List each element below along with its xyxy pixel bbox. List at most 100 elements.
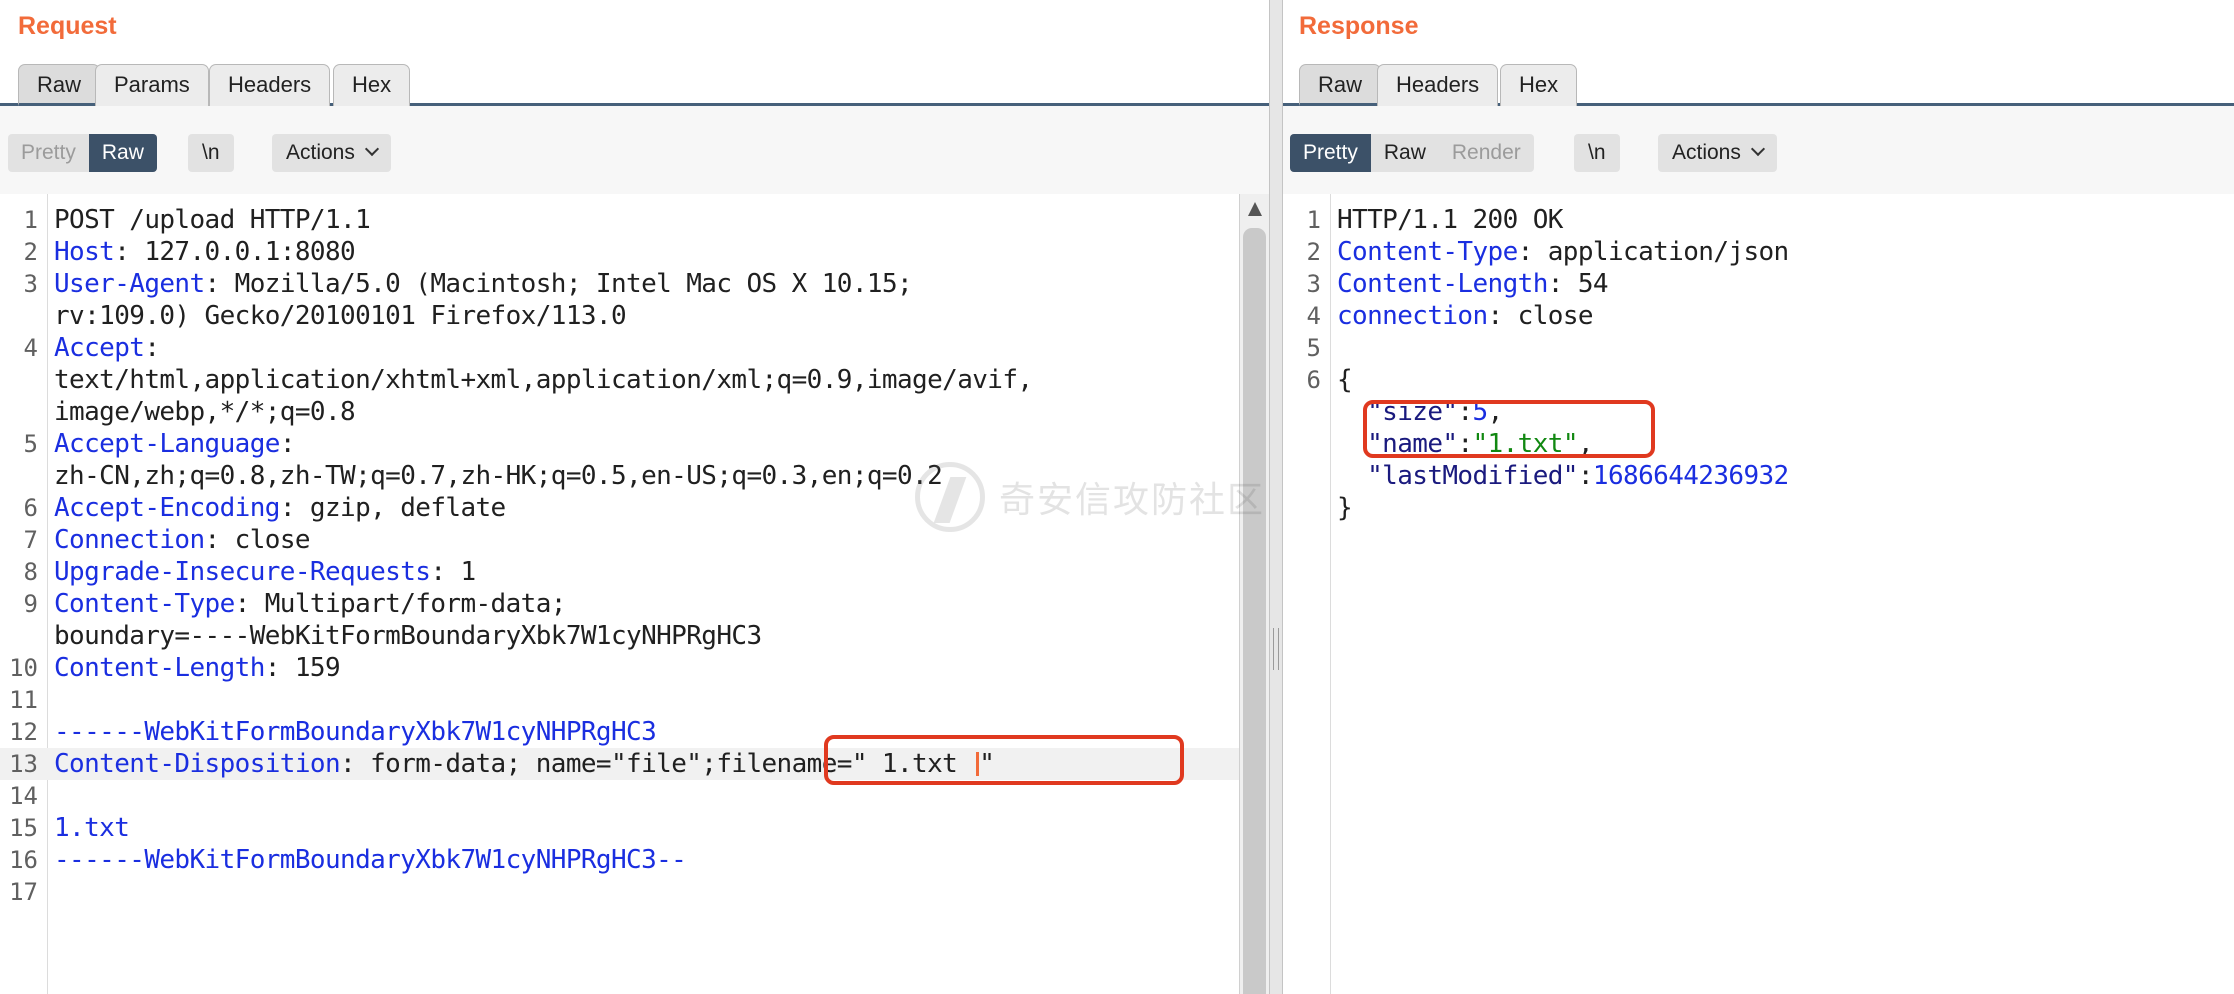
request-code-line[interactable]: 1 POST /upload HTTP/1.1 [0, 204, 1269, 236]
response-title: Response [1299, 12, 1419, 40]
response-code-line[interactable]: 1 HTTP/1.1 200 OK [1283, 204, 2234, 236]
chevron-down-icon [1750, 141, 1765, 157]
request-code-line[interactable]: 2 Host: 127.0.0.1:8080 [0, 236, 1269, 268]
request-code-line[interactable]: 9 Content-Type: Multipart/form-data; [0, 588, 1269, 620]
response-code-line[interactable]: 4 connection: close [1283, 300, 2234, 332]
request-code-line[interactable]: text/html,application/xhtml+xml,applicat… [0, 364, 1269, 396]
header-name: connection [1337, 301, 1488, 331]
request-code-line[interactable]: 12 ------WebKitFormBoundaryXbk7W1cyNHPRgH… [0, 716, 1269, 748]
header-value: : [144, 333, 160, 363]
header-value: : form-data; name="file";filename=" 1.tx… [340, 749, 973, 779]
line-number: 15 [9, 814, 38, 842]
header-name: Accept-Encoding [54, 493, 280, 523]
line-content: Content-Length: 54 [1337, 268, 1609, 300]
response-tab-raw[interactable]: Raw [1299, 64, 1382, 106]
response-newline-toggle[interactable]: \n [1574, 134, 1620, 172]
header-name: Connection [54, 525, 205, 555]
header-name: Content-Type [54, 589, 235, 619]
response-tab-headers[interactable]: Headers [1377, 64, 1499, 106]
request-tab-params[interactable]: Params [95, 64, 209, 106]
request-pretty-button[interactable]: Pretty [8, 134, 89, 172]
header-value: : 1 [430, 557, 476, 587]
response-code-line[interactable]: 2 Content-Type: application/json [1283, 236, 2234, 268]
request-code-line[interactable]: 6 Accept-Encoding: gzip, deflate [0, 492, 1269, 524]
response-code-line[interactable]: "lastModified":1686644236932 [1283, 460, 2234, 492]
json-value: "1.txt" [1472, 429, 1579, 459]
response-code-line[interactable]: 5 [1283, 332, 2234, 364]
line-text: text/html,application/xhtml+xml,applicat… [54, 365, 1033, 395]
line-content: Accept-Language: [54, 428, 295, 460]
request-editor[interactable]: 1 POST /upload HTTP/1.1 2 Host: 127.0.0.1:8… [0, 194, 1269, 994]
header-value: : gzip, deflate [279, 493, 506, 523]
request-raw-button[interactable]: Raw [88, 134, 157, 172]
response-code-line[interactable]: } [1283, 492, 2234, 524]
response-raw-button[interactable]: Raw [1371, 134, 1439, 172]
header-value: : 127.0.0.1:8080 [114, 237, 356, 267]
splitter-grip-icon[interactable] [1273, 628, 1279, 670]
line-number: 2 [23, 238, 38, 266]
line-content: } [1337, 492, 1353, 524]
request-code-line[interactable]: 13 Content-Disposition: form-data; name="… [0, 748, 1269, 780]
line-text: POST /upload HTTP/1.1 [54, 205, 371, 235]
response-render-button[interactable]: Render [1439, 134, 1534, 172]
request-tab-raw[interactable]: Raw [18, 64, 101, 106]
request-actions-dropdown[interactable]: Actions [272, 134, 391, 172]
request-code-line[interactable]: 4 Accept: [0, 332, 1269, 364]
header-name: Content-Disposition [54, 749, 341, 779]
pane-splitter[interactable] [1269, 0, 1283, 994]
request-scrollbar[interactable] [1239, 194, 1269, 994]
response-toolbar: Pretty Raw Render \n Actions [1283, 106, 2234, 194]
response-actions-dropdown[interactable]: Actions [1658, 134, 1777, 172]
line-text: 1.txt [54, 813, 130, 843]
line-number: 13 [9, 750, 38, 778]
request-code-line[interactable]: 7 Connection: close [0, 524, 1269, 556]
line-number: 5 [1306, 334, 1321, 362]
request-code-line[interactable]: image/webp,*/*;q=0.8 [0, 396, 1269, 428]
response-code-line[interactable]: "size":5, [1283, 396, 2234, 428]
line-number: 11 [9, 686, 38, 714]
header-value: : 54 [1547, 269, 1609, 299]
response-pretty-button[interactable]: Pretty [1290, 134, 1371, 172]
response-editor[interactable]: 1 HTTP/1.1 200 OK 2 Content-Type: applicati… [1283, 194, 2234, 994]
request-actions-label: Actions [286, 141, 355, 164]
request-code-line[interactable]: 14 [0, 780, 1269, 812]
line-number: 17 [9, 878, 38, 906]
response-code-line[interactable]: 6{ [1283, 364, 2234, 396]
json-colon: : [1457, 429, 1473, 459]
scroll-up-arrow-icon[interactable] [1248, 202, 1262, 216]
request-code-line[interactable]: 17 [0, 876, 1269, 908]
line-number: 6 [23, 494, 38, 522]
header-name: User-Agent [54, 269, 205, 299]
request-code-line[interactable]: 3 User-Agent: Mozilla/5.0 (Macintosh; Int… [0, 268, 1269, 300]
header-value: : [279, 429, 296, 459]
request-code-line[interactable]: 8 Upgrade-Insecure-Requests: 1 [0, 556, 1269, 588]
header-value: : Multipart/form-data; [234, 589, 567, 619]
request-scrollbar-thumb[interactable] [1243, 228, 1266, 994]
json-colon: : [1577, 461, 1594, 491]
request-newline-toggle[interactable]: \n [188, 134, 234, 172]
request-code-line[interactable]: 11 [0, 684, 1269, 716]
json-colon: : [1457, 397, 1473, 427]
request-code-line[interactable]: 15 1.txt [0, 812, 1269, 844]
line-content: image/webp,*/*;q=0.8 [54, 396, 356, 428]
line-content: "size":5, [1337, 396, 1503, 428]
request-tab-hex[interactable]: Hex [333, 64, 411, 106]
request-toolbar: Pretty Raw \n Actions [0, 106, 1269, 194]
line-number: 8 [23, 558, 38, 586]
response-tabbar: Raw Headers Hex [1283, 62, 2234, 106]
line-text: rv:109.0) Gecko/20100101 Firefox/113.0 [54, 301, 627, 331]
request-code-line[interactable]: zh-CN,zh;q=0.8,zh-TW;q=0.7,zh-HK;q=0.5,e… [0, 460, 1269, 492]
request-code-line[interactable]: boundary=----WebKitFormBoundaryXbk7W1cyN… [0, 620, 1269, 652]
json-value: 5 [1472, 397, 1489, 427]
line-content: boundary=----WebKitFormBoundaryXbk7W1cyN… [54, 620, 762, 652]
request-code-line[interactable]: 16 ------WebKitFormBoundaryXbk7W1cyNHPRgH… [0, 844, 1269, 876]
response-code-line[interactable]: 3 Content-Length: 54 [1283, 268, 2234, 300]
response-tab-hex[interactable]: Hex [1500, 64, 1578, 106]
request-tab-headers[interactable]: Headers [209, 64, 331, 106]
request-code-line[interactable]: 5 Accept-Language: [0, 428, 1269, 460]
header-name: Accept [54, 333, 145, 363]
line-number: 6 [1306, 366, 1321, 394]
request-code-line[interactable]: rv:109.0) Gecko/20100101 Firefox/113.0 [0, 300, 1269, 332]
request-code-line[interactable]: 10 Content-Length: 159 [0, 652, 1269, 684]
response-code-line[interactable]: "name":"1.txt", [1283, 428, 2234, 460]
